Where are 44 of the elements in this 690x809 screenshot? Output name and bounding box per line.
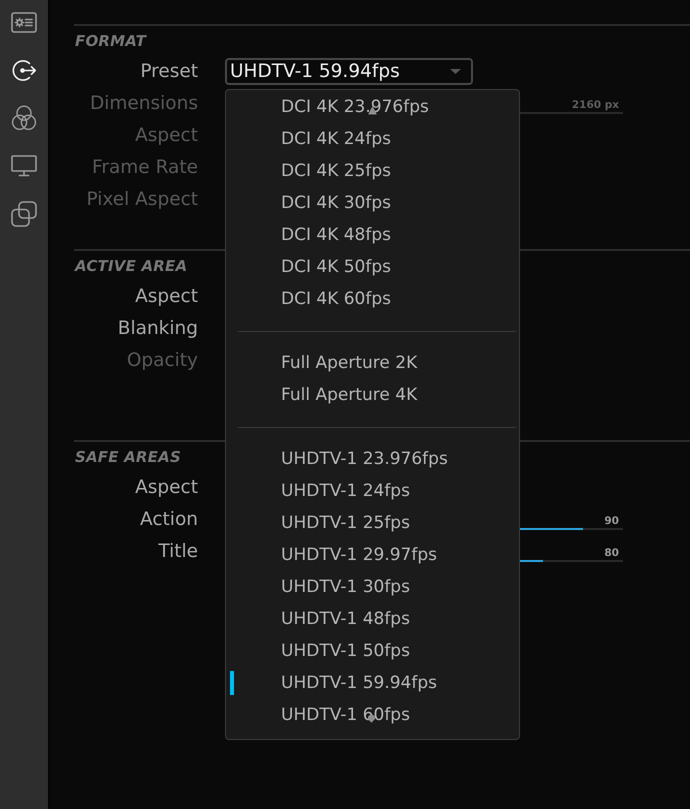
section-title: ACTIVE AREA (75, 256, 188, 274)
menu-item[interactable]: DCI 4K 23.976fps (226, 91, 519, 123)
menu-item[interactable]: UHDTV-1 50fps (226, 635, 519, 667)
field-label: Action (140, 508, 198, 530)
menu-item[interactable]: DCI 4K 24fps (226, 123, 519, 155)
menu-item[interactable]: DCI 4K 25fps (226, 155, 519, 187)
slider-value: 80 (604, 546, 619, 560)
menu-item[interactable]: UHDTV-1 60fps (226, 699, 519, 731)
caret-down-icon (450, 68, 461, 74)
field-label: Dimensions (90, 92, 198, 114)
slider-value: 2160 px (572, 98, 619, 112)
overlapping-squares-icon (11, 201, 37, 227)
preset-dropdown[interactable]: UHDTV-1 59.94fps (225, 58, 473, 84)
menu-item[interactable]: UHDTV-1 24fps (226, 475, 519, 507)
field-label: Blanking (118, 318, 198, 338)
menu-item[interactable]: DCI 4K 48fps (226, 219, 519, 251)
teardrop-icon (367, 714, 376, 723)
field-label: Title (158, 540, 198, 562)
field-label: Aspect (135, 476, 198, 498)
menu-item[interactable]: UHDTV-1 59.94fps (226, 667, 519, 699)
menu-item[interactable]: UHDTV-1 25fps (226, 507, 519, 539)
menu-item[interactable]: DCI 4K 50fps (226, 251, 519, 283)
menu-item[interactable]: DCI 4K 30fps (226, 187, 519, 219)
menu-item[interactable]: UHDTV-1 30fps (226, 571, 519, 603)
menu-item[interactable]: Full Aperture 2K (226, 347, 519, 379)
up-triangle-icon (368, 106, 377, 115)
monitor-icon (11, 155, 37, 177)
menu-item[interactable]: DCI 4K 60fps (226, 283, 519, 315)
field-label: Aspect (135, 286, 198, 306)
slider-value: 90 (604, 514, 619, 528)
circle-arrow-icon (11, 58, 37, 82)
field-label: Frame Rate (92, 156, 198, 178)
field-label: Pixel Aspect (86, 188, 198, 210)
gear-list-icon (11, 12, 37, 32)
menu-item[interactable]: UHDTV-1 48fps (226, 603, 519, 635)
section-title: SAFE AREAS (75, 448, 181, 466)
field-label: Preset (140, 60, 198, 82)
menu-item[interactable]: UHDTV-1 23.976fps (226, 443, 519, 475)
menu-item[interactable]: UHDTV-1 29.97fps (226, 539, 519, 571)
section-title: FORMAT (75, 32, 146, 50)
field-label: Aspect (135, 124, 198, 146)
overlapping-circles-icon (11, 105, 37, 131)
menu-item[interactable]: Full Aperture 4K (226, 379, 519, 411)
field-label: Opacity (126, 350, 198, 370)
